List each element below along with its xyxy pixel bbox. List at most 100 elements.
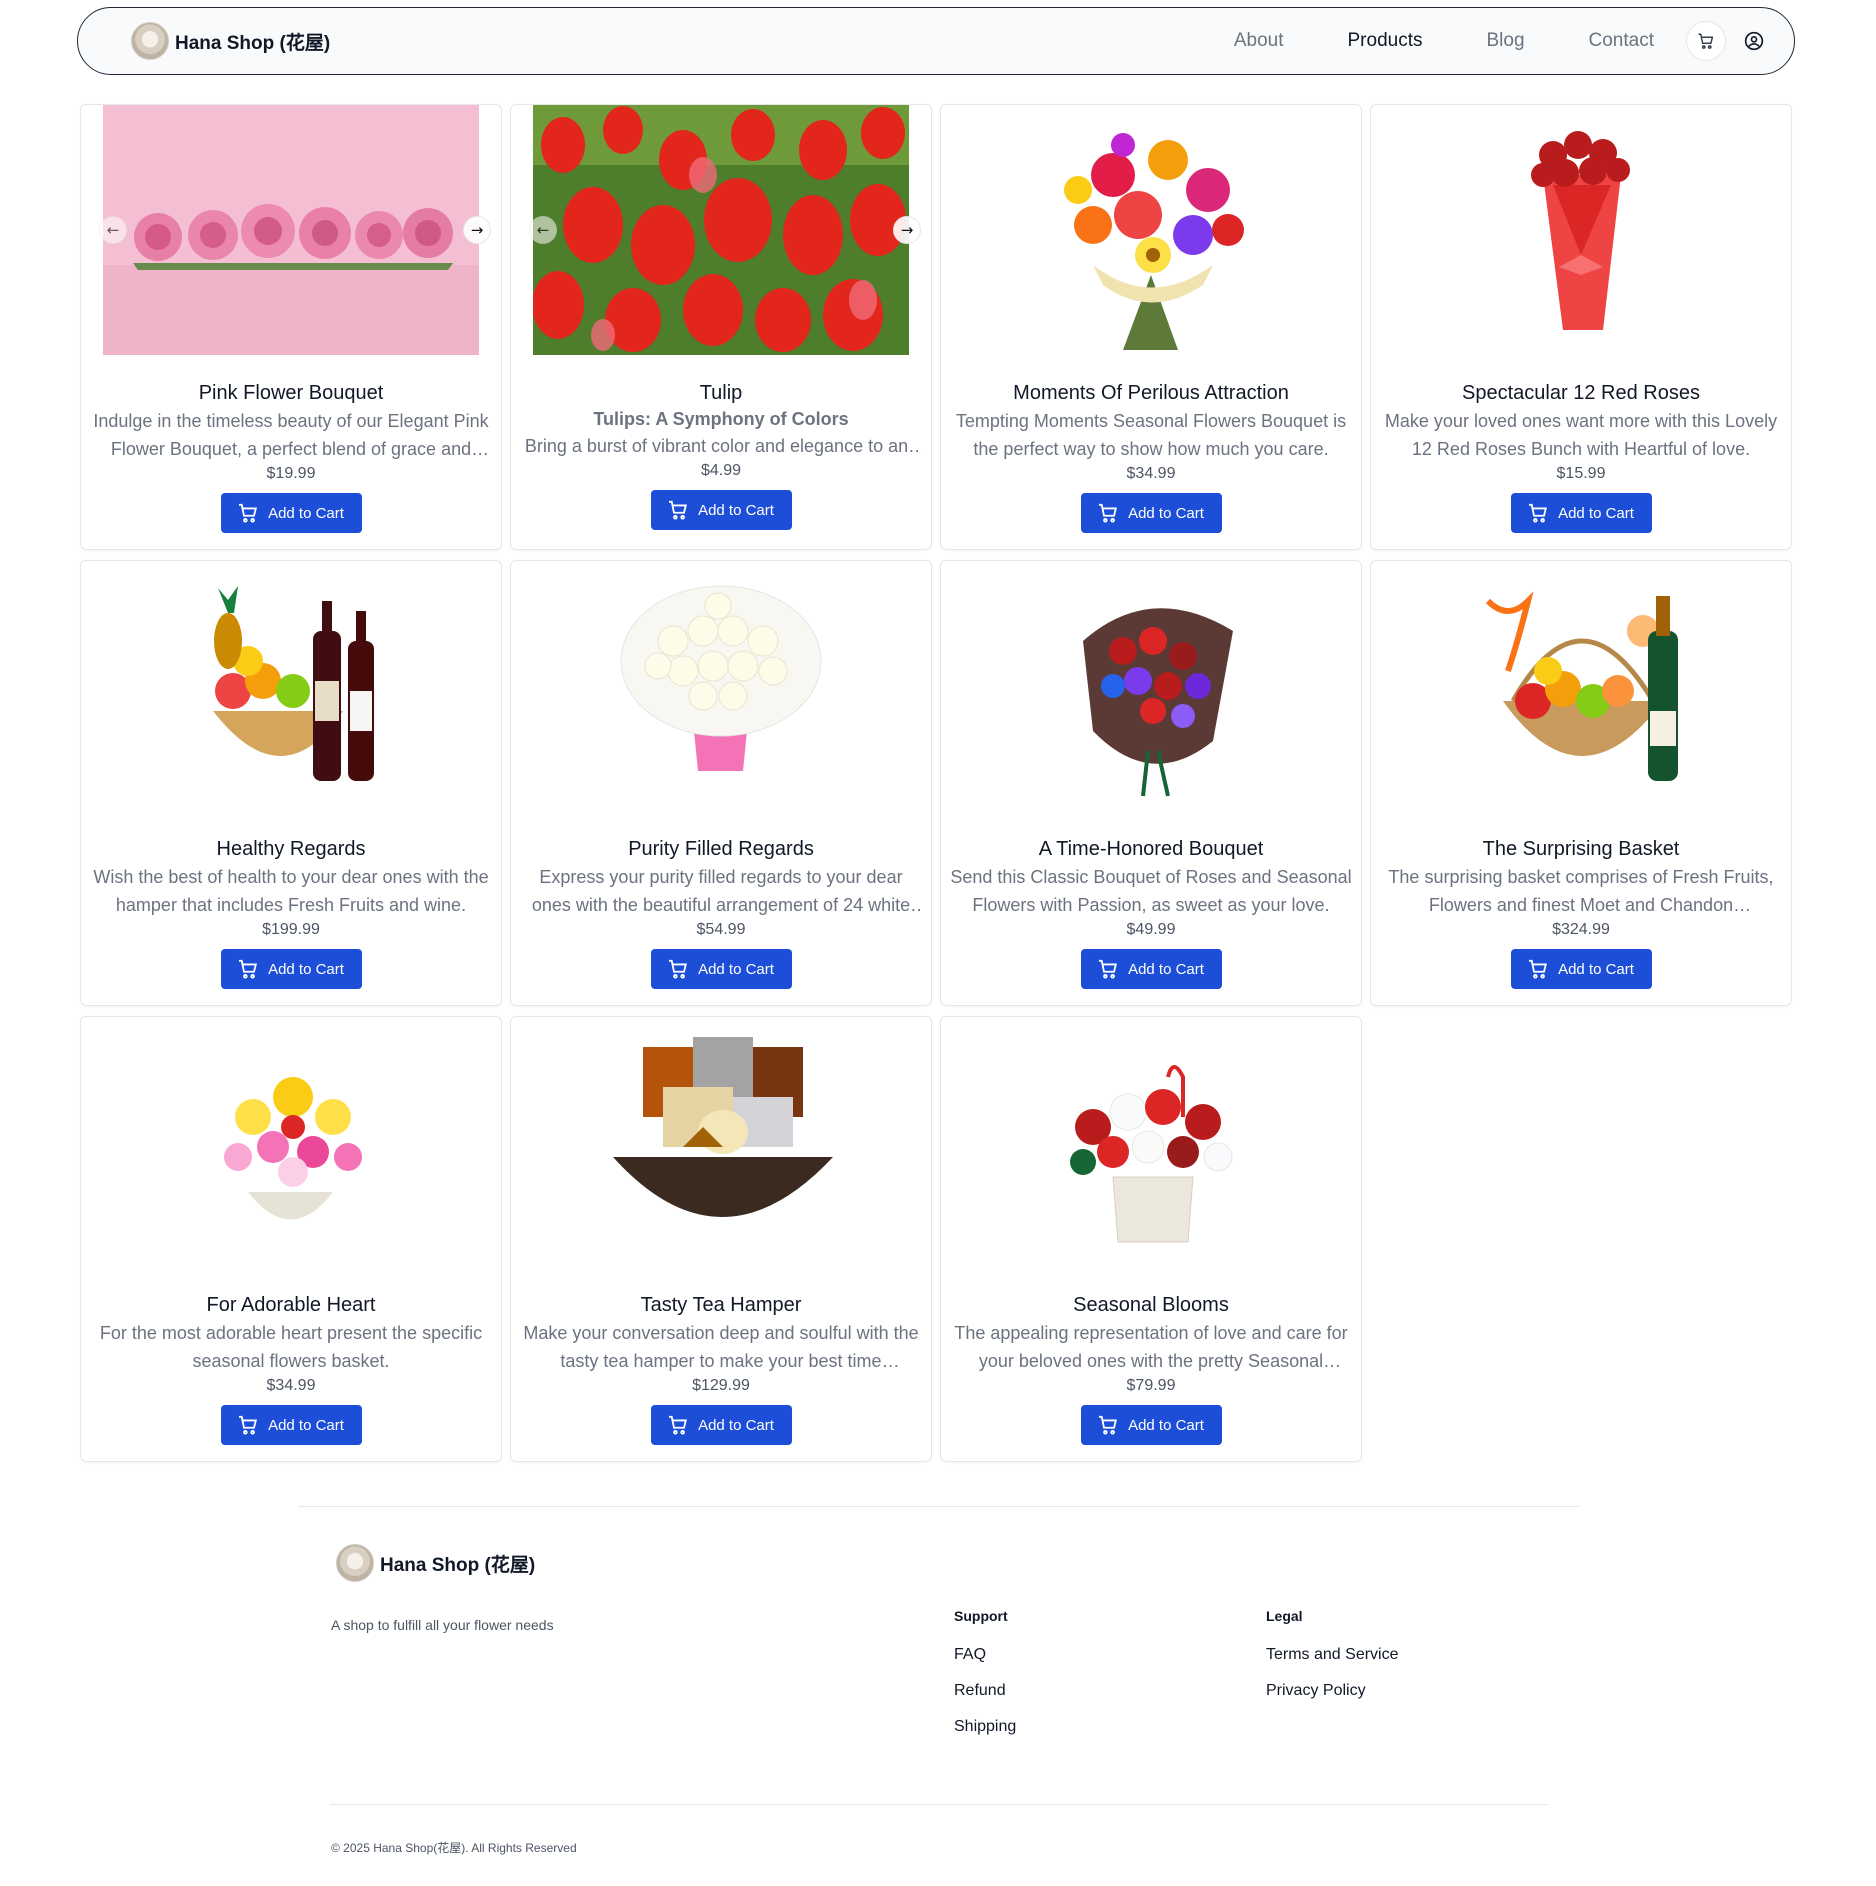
user-circle-icon — [1744, 31, 1764, 51]
product-image[interactable] — [533, 1017, 909, 1267]
product-name[interactable]: Spectacular 12 Red Roses — [1462, 382, 1700, 405]
add-to-cart-label: Add to Cart — [1128, 960, 1204, 978]
nav-link-blog[interactable]: Blog — [1486, 30, 1524, 52]
add-to-cart-button[interactable]: Add to Cart — [1080, 1405, 1222, 1445]
product-description: Bring a burst of vibrant color and elega… — [524, 436, 918, 456]
product-image-carousel[interactable]: ← → — [99, 105, 491, 355]
carousel-prev-button[interactable]: ← — [529, 216, 557, 244]
product-name[interactable]: The Surprising Basket — [1483, 838, 1680, 861]
product-image[interactable] — [103, 561, 479, 811]
footer-link-refund[interactable]: Refund — [954, 1682, 1016, 1700]
nav-link-contact[interactable]: Contact — [1589, 30, 1654, 52]
product-price: $4.99 — [700, 462, 742, 479]
cart-icon — [669, 959, 688, 979]
product-name[interactable]: Purity Filled Regards — [628, 838, 814, 861]
cart-icon — [669, 1415, 688, 1435]
product-card: Spectacular 12 Red Roses Make your loved… — [1370, 104, 1792, 550]
footer-brand[interactable]: Hana Shop (花屋) — [336, 1544, 535, 1582]
product-image[interactable] — [103, 1017, 479, 1267]
product-name[interactable]: Seasonal Blooms — [1073, 1294, 1229, 1317]
product-price: $34.99 — [266, 1377, 316, 1394]
product-name[interactable]: Healthy Regards — [217, 838, 366, 861]
white-roses-bouquet-image — [620, 585, 822, 771]
add-to-cart-label: Add to Cart — [1558, 504, 1634, 522]
product-card: A Time-Honored Bouquet Send this Classic… — [940, 560, 1362, 1006]
footer-support-column: Support FAQ Refund Shipping — [954, 1608, 1016, 1754]
brand-name: Hana Shop (花屋) — [175, 32, 331, 54]
product-image[interactable] — [533, 561, 909, 811]
brand[interactable]: Hana Shop (花屋) — [131, 22, 330, 60]
product-price: $54.99 — [696, 921, 746, 938]
footer-link-shipping[interactable]: Shipping — [954, 1718, 1016, 1736]
fruit-wine-basket-image — [213, 586, 374, 781]
footer-link-privacy[interactable]: Privacy Policy — [1266, 1682, 1399, 1700]
top-navbar: Hana Shop (花屋) About Products Blog Conta… — [77, 7, 1795, 75]
cart-icon — [239, 503, 258, 523]
account-button[interactable] — [1734, 21, 1774, 61]
nav-links: About Products Blog Contact — [1170, 21, 1794, 61]
product-image[interactable] — [1393, 105, 1769, 355]
add-to-cart-button[interactable]: Add to Cart — [220, 493, 362, 533]
product-name[interactable]: Tulip — [700, 382, 743, 405]
product-card: ← → Tulip Tulips: A Symphony of Colors B… — [510, 104, 932, 550]
add-to-cart-label: Add to Cart — [698, 501, 774, 519]
add-to-cart-button[interactable]: Add to Cart — [650, 1405, 792, 1445]
product-price: $34.99 — [1126, 465, 1176, 482]
product-description: The appealing representation of love and… — [954, 1323, 1348, 1371]
cart-button[interactable] — [1686, 21, 1726, 61]
add-to-cart-button[interactable]: Add to Cart — [1080, 949, 1222, 989]
add-to-cart-button[interactable]: Add to Cart — [650, 490, 792, 530]
product-subtitle: Tulips: A Symphony of Colors — [593, 409, 849, 429]
nav-link-about[interactable]: About — [1234, 30, 1284, 52]
product-name[interactable]: For Adorable Heart — [207, 1294, 376, 1317]
product-name[interactable]: Pink Flower Bouquet — [199, 382, 384, 405]
product-image-carousel[interactable]: ← → — [529, 105, 921, 355]
cart-icon — [1529, 959, 1548, 979]
cart-icon — [239, 1415, 258, 1435]
red-tulips-image — [533, 105, 909, 355]
red-roses-bunch-image — [1531, 131, 1630, 330]
add-to-cart-button[interactable]: Add to Cart — [1510, 493, 1652, 533]
footer-brand-name: Hana Shop (花屋) — [380, 1554, 536, 1576]
product-description: Make your conversation deep and soulful … — [523, 1323, 919, 1371]
add-to-cart-button[interactable]: Add to Cart — [220, 949, 362, 989]
product-image[interactable] — [963, 561, 1339, 811]
product-image[interactable] — [963, 105, 1339, 355]
nav-link-products[interactable]: Products — [1348, 30, 1423, 52]
product-description: For the most adorable heart present the … — [99, 1323, 483, 1371]
product-card: Moments Of Perilous Attraction Tempting … — [940, 104, 1362, 550]
add-to-cart-label: Add to Cart — [268, 960, 344, 978]
shop-logo — [131, 22, 169, 60]
carousel-next-button[interactable]: → — [463, 216, 491, 244]
cart-icon — [1698, 33, 1714, 49]
product-price: $324.99 — [1552, 921, 1610, 938]
tea-hamper-image — [613, 1037, 833, 1217]
add-to-cart-label: Add to Cart — [1128, 1416, 1204, 1434]
product-image[interactable] — [1393, 561, 1769, 811]
add-to-cart-label: Add to Cart — [698, 960, 774, 978]
cart-icon — [1099, 1415, 1118, 1435]
add-to-cart-button[interactable]: Add to Cart — [220, 1405, 362, 1445]
product-name[interactable]: Tasty Tea Hamper — [641, 1294, 802, 1317]
product-description: Indulge in the timeless beauty of our El… — [93, 411, 489, 459]
add-to-cart-button[interactable]: Add to Cart — [1510, 949, 1652, 989]
product-card: Purity Filled Regards Express your purit… — [510, 560, 932, 1006]
product-name[interactable]: A Time-Honored Bouquet — [1039, 838, 1264, 861]
footer-link-faq[interactable]: FAQ — [954, 1646, 1016, 1664]
product-price: $49.99 — [1126, 921, 1176, 938]
product-description: The surprising basket comprises of Fresh… — [1388, 867, 1774, 915]
carousel-prev-button[interactable]: ← — [99, 216, 127, 244]
product-image[interactable] — [963, 1017, 1339, 1267]
add-to-cart-button[interactable]: Add to Cart — [650, 949, 792, 989]
yellow-flower-basket-image — [224, 1077, 362, 1220]
product-card: Seasonal Blooms The appealing representa… — [940, 1016, 1362, 1462]
footer-link-terms[interactable]: Terms and Service — [1266, 1646, 1399, 1664]
product-price: $129.99 — [692, 1377, 750, 1394]
copyright-text: © 2025 Hana Shop(花屋). All Rights Reserve… — [331, 1841, 577, 1855]
add-to-cart-button[interactable]: Add to Cart — [1080, 493, 1222, 533]
product-name[interactable]: Moments Of Perilous Attraction — [1013, 382, 1289, 405]
product-description: Wish the best of health to your dear one… — [93, 867, 489, 915]
footer-divider — [298, 1506, 1580, 1507]
carousel-next-button[interactable]: → — [893, 216, 921, 244]
product-card: For Adorable Heart For the most adorable… — [80, 1016, 502, 1462]
